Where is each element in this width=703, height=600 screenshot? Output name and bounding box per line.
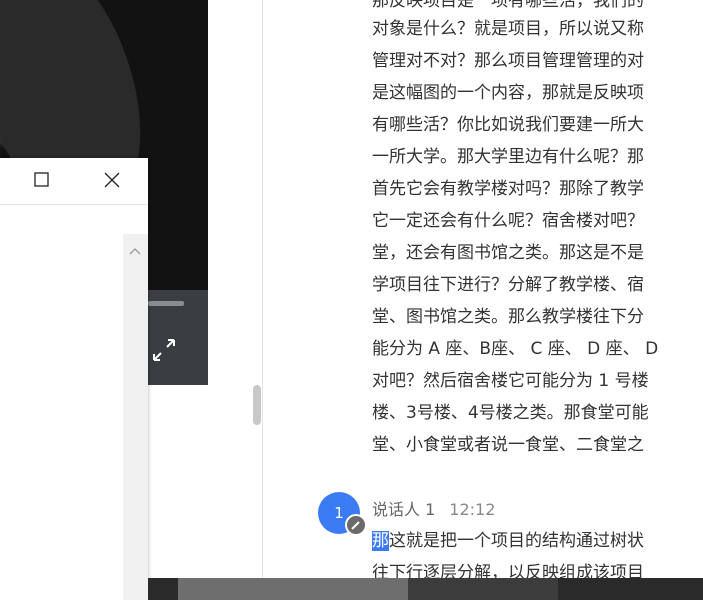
transcript-line: 能分为 A 座、B座、 C 座、 D 座、 D (372, 339, 659, 359)
speaker-name[interactable]: 说话人 1 (372, 500, 435, 519)
highlighted-text[interactable]: 那 (372, 531, 389, 551)
transcript-line: 楼、3号楼、4号楼之类。那食堂可能 (372, 403, 649, 423)
transcript-line: 堂、小食堂或者说一食堂、二食堂之 (372, 435, 644, 455)
video-progress-bar[interactable] (148, 301, 184, 306)
speaker-label: 说话人 1 12:12 (372, 496, 495, 520)
thumbnail (178, 578, 408, 600)
maximize-icon[interactable] (34, 172, 49, 187)
transcript-line: 有哪些活？你比如说我们要建一所大 (372, 115, 644, 135)
transcript-line: 那反映项目是一项有哪些活，我们的 (372, 0, 644, 11)
transcript-line: 一所大学。那大学里边有什么呢？那 (372, 147, 644, 167)
scrollbar-thumb[interactable] (253, 385, 261, 425)
dialog-titlebar (0, 158, 148, 205)
panel-divider (262, 0, 263, 578)
transcript-line: 管理对不对？那么项目管理管理的对 (372, 51, 644, 71)
transcript-line[interactable]: 那这就是把一个项目的结构通过树状 (372, 528, 644, 554)
transcript-line: 它一定还会有什么呢？宿舍楼对吧？ (372, 211, 644, 231)
transcript-line: 首先它会有教学楼对吗？那除了教学 (372, 179, 644, 199)
transcript-line: 对象是什么？就是项目，所以说又称 (372, 19, 644, 39)
transcript-line: 学项目往下进行？分解了教学楼、宿 (372, 275, 644, 295)
dialog-window (0, 158, 148, 600)
edit-icon[interactable] (345, 514, 367, 536)
taskbar-strip (148, 578, 703, 600)
expand-icon[interactable] (150, 336, 178, 364)
transcript-text: 这就是把一个项目的结构通过树状 (389, 531, 644, 551)
transcript-line: 是这幅图的一个内容，那就是反映项 (372, 83, 644, 103)
transcript-line: 对吧？然后宿舍楼它可能分为 1 号楼 (372, 371, 649, 391)
dialog-scrollbar[interactable] (123, 234, 148, 600)
chevron-up-icon[interactable] (129, 240, 141, 259)
transcript-line: 堂，还会有图书馆之类。那这是不是 (372, 243, 644, 263)
close-icon[interactable] (104, 172, 120, 188)
transcript-line: 堂、图书馆之类。那么教学楼往下分 (372, 307, 644, 327)
transcript-line: 往下行逐层分解，以反映组成该项目 (372, 563, 644, 578)
thumbnail (408, 578, 558, 600)
timestamp[interactable]: 12:12 (449, 500, 495, 519)
transcript-panel: 那反映项目是一项有哪些活，我们的 对象是什么？就是项目，所以说又称 管理对不对？… (372, 0, 703, 578)
